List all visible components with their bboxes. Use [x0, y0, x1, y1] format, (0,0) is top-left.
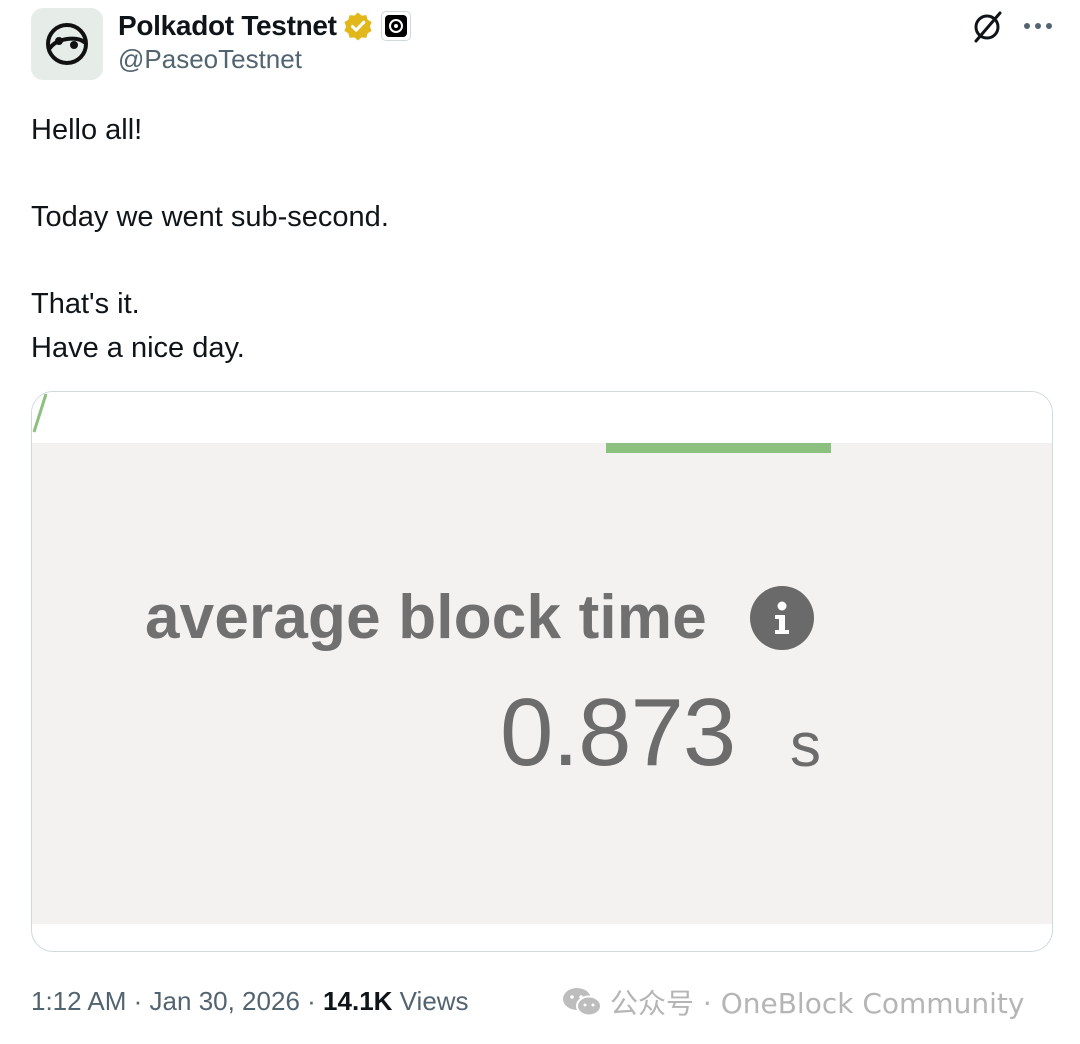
watermark: 公众号 · OneBlock Community [562, 984, 1024, 1020]
watermark-text: 公众号 · OneBlock Community [610, 987, 1025, 1020]
avatar[interactable] [31, 8, 103, 80]
tweet-line: Have a nice day. [31, 332, 245, 364]
media-top-band [32, 392, 1052, 443]
tweet-line: Today we went sub-second. [31, 201, 389, 233]
tweet-metadata: 1:12 AM · Jan 30, 2026 · 14.1K Views [31, 986, 469, 1017]
author-display-name[interactable]: Polkadot Testnet [118, 10, 337, 42]
grok-icon[interactable] [968, 8, 1006, 46]
more-dots-icon[interactable] [1018, 8, 1058, 44]
tweet-media-image[interactable]: average block time 0.873 s [31, 391, 1053, 952]
corner-stroke-decoration [32, 393, 48, 433]
metric-value: 0.873 [500, 679, 736, 786]
gold-verified-badge-icon[interactable] [343, 11, 373, 41]
views-label: Views [399, 986, 469, 1016]
polkadot-affiliate-icon[interactable] [380, 11, 411, 41]
info-icon [750, 586, 814, 650]
wechat-icon [562, 986, 602, 1018]
author-handle[interactable]: @PaseoTestnet [118, 44, 302, 75]
tweet-line: That's it. [31, 288, 140, 320]
paseo-logo-icon [46, 23, 88, 65]
meta-separator: · [133, 986, 143, 1016]
metric-accent-bar [606, 443, 831, 453]
tweet-line: Hello all! [31, 114, 143, 146]
meta-separator: · [307, 986, 316, 1016]
tweet-time[interactable]: 1:12 AM [31, 986, 126, 1016]
metric-unit: s [790, 711, 821, 780]
views-count: 14.1K [323, 986, 393, 1016]
tweet-date[interactable]: Jan 30, 2026 [150, 986, 300, 1016]
author-name-row[interactable]: Polkadot Testnet [118, 8, 411, 44]
tweet-text: Hello all! Today we went sub-second. Tha… [31, 108, 1031, 370]
metric-label: average block time [145, 583, 707, 652]
